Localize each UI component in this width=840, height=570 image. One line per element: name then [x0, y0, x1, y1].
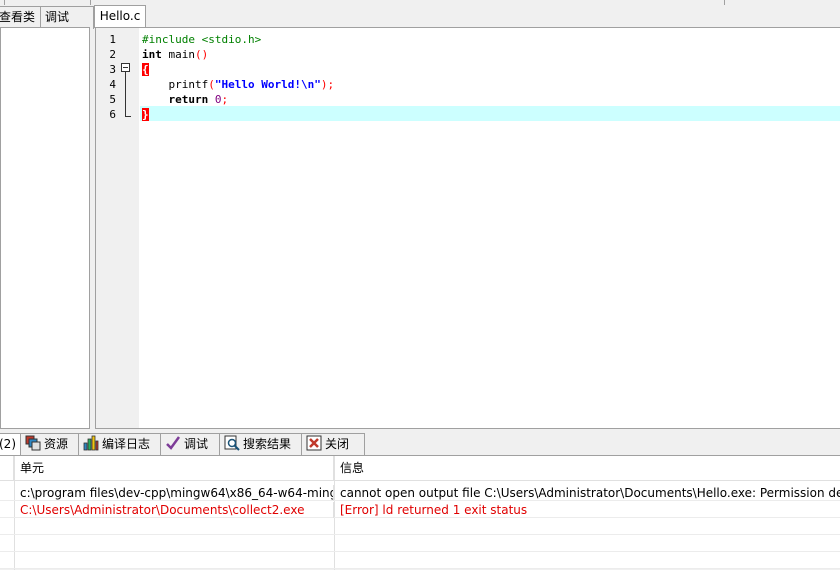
code-number: 0: [214, 93, 222, 106]
tab-debug-left-label: 调试: [45, 10, 70, 24]
tab-compiler-label: (2): [0, 437, 16, 451]
cell-unit: C:\Users\Administrator\Documents\collect…: [14, 502, 334, 518]
tab-close[interactable]: 关闭: [301, 433, 365, 456]
tab-search-results[interactable]: 搜索结果: [219, 433, 309, 456]
fold-collapse-icon[interactable]: [121, 63, 130, 72]
tab-search-results-label: 搜索结果: [243, 437, 292, 451]
table-row[interactable]: C:\Users\Administrator\Documents\collect…: [0, 502, 840, 518]
column-header-unit[interactable]: 单元: [14, 456, 334, 481]
cell-unit: c:\program files\dev-cpp\mingw64\x86_64-…: [14, 485, 334, 501]
code-line-1: #include <stdio.h>: [142, 32, 261, 47]
tab-close-label: 关闭: [325, 437, 350, 451]
code-editor[interactable]: 1 2 3 4 5 6 #include <stdio.h> int main(…: [95, 27, 840, 429]
tab-compile-log[interactable]: 编译日志: [78, 433, 168, 456]
code-line-2: int main(): [142, 47, 208, 62]
resources-icon: [25, 435, 41, 451]
code-identifier: main: [161, 48, 195, 61]
code-function: printf: [168, 78, 209, 91]
chart-icon: [83, 435, 99, 451]
checkmark-icon: [165, 435, 181, 451]
compiler-messages-table[interactable]: 单元 信息 c:\program files\dev-cpp\mingw64\x…: [0, 455, 840, 570]
column-header-blank: [0, 456, 14, 481]
line-number: 4: [109, 78, 116, 91]
tab-debug-left[interactable]: 调试: [40, 6, 94, 29]
fold-line: [125, 72, 126, 116]
table-row-empty: [0, 553, 840, 569]
code-semicolon: ;: [221, 93, 229, 106]
fold-end-marker: [125, 116, 131, 117]
code-brace-close: }: [142, 108, 149, 121]
line-number: 5: [109, 93, 116, 106]
tab-class-view-label: 查看类: [0, 10, 36, 24]
bottom-panel-tabs: (2) 资源 编译日志 调试 搜索结果 关闭: [0, 433, 840, 457]
current-line-highlight: [140, 106, 840, 121]
code-keyword: return: [168, 93, 209, 106]
column-header-message[interactable]: 信息: [334, 456, 840, 481]
line-number: 6: [109, 108, 116, 121]
table-row[interactable]: c:\program files\dev-cpp\mingw64\x86_64-…: [0, 485, 840, 501]
left-panel-tabs: 查看类 调试: [0, 6, 94, 29]
class-browser-pane[interactable]: [0, 27, 90, 429]
tab-debug[interactable]: 调试: [160, 433, 227, 456]
code-line-3: {: [142, 62, 149, 77]
column-header-message-label: 信息: [340, 461, 365, 475]
search-icon: [224, 435, 240, 451]
code-parens: (): [195, 48, 209, 61]
cell-message: [Error] ld returned 1 exit status: [340, 503, 528, 517]
code-paren-close: );: [320, 78, 335, 91]
code-include: #include <stdio.h>: [142, 33, 262, 46]
table-row-empty: [0, 536, 840, 552]
code-text-area[interactable]: #include <stdio.h> int main() { printf("…: [140, 28, 840, 428]
line-number: 1: [109, 33, 116, 46]
line-number: 3: [109, 63, 116, 76]
editor-tab-label: Hello.c: [99, 9, 141, 23]
code-brace-open: {: [142, 63, 149, 76]
close-icon: [306, 435, 322, 451]
code-paren-open: (: [208, 78, 215, 91]
cell-message: cannot open output file C:\Users\Adminis…: [340, 486, 840, 500]
tab-compile-log-label: 编译日志: [102, 437, 151, 451]
code-line-4: printf("Hello World!\n");: [142, 77, 335, 92]
line-number-gutter: 1 2 3 4 5 6: [96, 28, 139, 428]
tab-debug-label: 调试: [184, 437, 209, 451]
tab-resources-label: 资源: [44, 437, 69, 451]
code-string: "Hello World!\n": [214, 78, 321, 91]
table-row-empty: [0, 519, 840, 535]
code-line-6: }: [142, 107, 149, 122]
code-line-5: return 0;: [142, 92, 229, 107]
line-number: 2: [109, 48, 116, 61]
editor-tab-hello-c[interactable]: Hello.c: [94, 5, 146, 28]
code-keyword: int: [142, 48, 162, 61]
tab-resources[interactable]: 资源: [20, 433, 86, 456]
column-header-unit-label: 单元: [20, 461, 45, 475]
